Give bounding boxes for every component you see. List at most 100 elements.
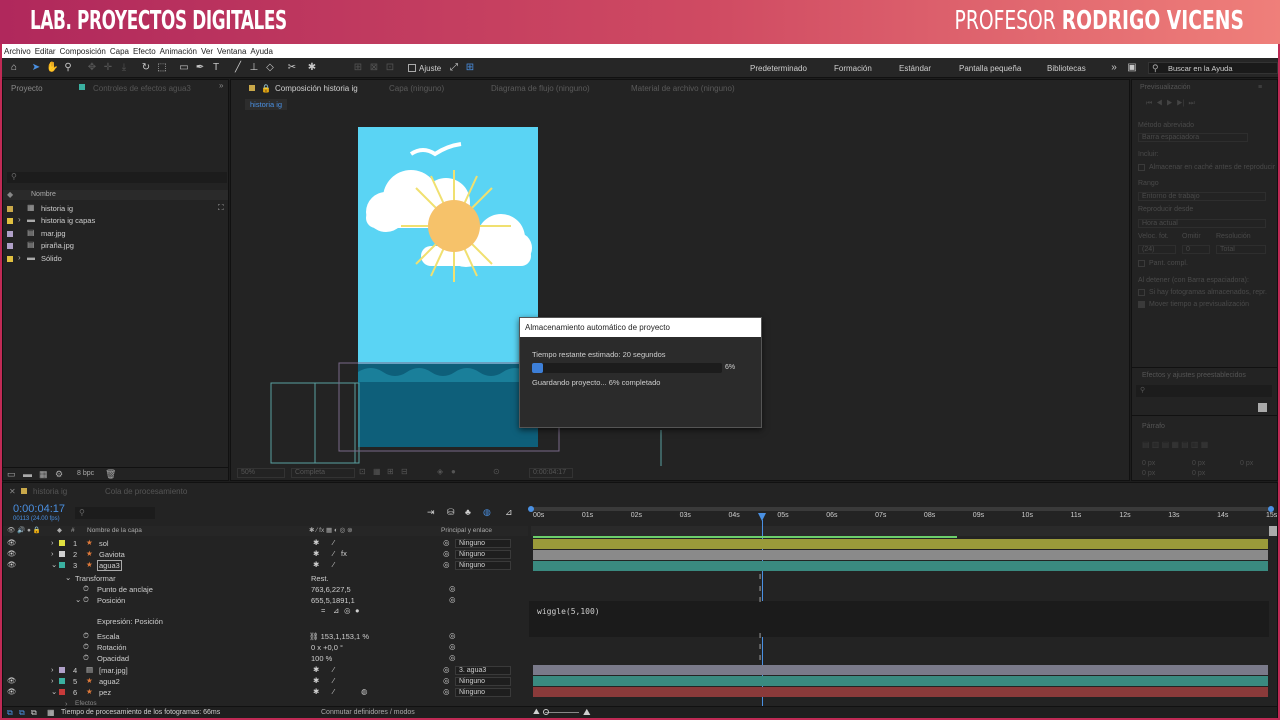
layer-name[interactable]: agua2 [99,677,120,686]
menu-composicion[interactable]: Composición [60,47,106,56]
menu-efecto[interactable]: Efecto [133,47,156,56]
shy-switch-icon[interactable]: ✱ [313,560,319,569]
expand-icon[interactable]: › [18,253,21,262]
pick-whip-icon[interactable]: ◎ [449,653,456,662]
last-frame-icon[interactable]: ⏭ [1188,100,1194,107]
label-tag-icon[interactable]: ◆ [7,190,13,199]
parent-select[interactable]: Ninguno [455,688,511,697]
collapse-layer-icon[interactable]: ⌄ [51,560,57,569]
new-composition-icon[interactable]: ▦ [39,469,48,480]
pick-whip-icon[interactable]: ◎ [443,676,450,685]
parent-select[interactable]: 3. agua3 [455,666,511,675]
keyframe-marker[interactable]: I [759,653,761,662]
layer-row-pez[interactable]: 👁 ⌄ 6 ★ pez ✱ ⁄ ◍ ◎ Ninguno [3,687,528,698]
visibility-icon[interactable]: 👁 [7,687,17,696]
parent-select[interactable]: Ninguno [455,550,511,559]
panel-menu-icon[interactable]: ≡ [1258,84,1262,91]
layer-row-sol[interactable]: 👁 › 1 ★ sol ✱ ⁄ ◎ Ninguno [3,538,528,549]
pick-whip-icon[interactable]: ◎ [449,642,456,651]
workspace-predeterminado[interactable]: Predeterminado [750,64,807,73]
project-item[interactable]: › ▬ historia ig capas [3,215,228,226]
stopwatch-icon[interactable]: ⏱ [83,584,89,594]
timeline-end-marker[interactable] [1269,526,1277,536]
camera-tool-icon[interactable]: ⬚ [156,62,168,74]
anchor-value[interactable]: 763,6,227,5 [311,585,351,594]
current-timecode[interactable]: 0:00:04:17 [13,503,65,515]
new-preset-icon[interactable] [1258,403,1267,412]
visibility-icon[interactable]: 👁 [7,538,17,547]
expression-language-icon[interactable]: ● [355,606,360,615]
project-item[interactable]: ▦ historia ig ⛶ [3,203,228,214]
layer-name[interactable]: Gaviota [99,550,125,559]
layer-row-mar[interactable]: › 4 ▤ [mar.jpg] ✱ ⁄ ◎ 3. agua3 [3,665,528,676]
resolution-select[interactable]: Total [1216,245,1266,254]
project-search-input[interactable]: ⚲ [7,172,227,183]
parent-select[interactable]: Ninguno [455,561,511,570]
parent-select[interactable]: Ninguno [455,539,511,548]
layer-search-input[interactable]: ⚲ [75,507,155,519]
quality-switch-icon[interactable]: ⁄ [333,549,334,558]
indent-left[interactable]: 0 px [1142,460,1155,467]
pick-whip-icon[interactable]: ◎ [443,560,450,569]
eraser-tool-icon[interactable]: ◇ [264,62,276,74]
stopwatch-icon[interactable]: ⏱ [83,653,89,663]
expand-layer-icon[interactable]: › [51,676,54,685]
shy-switch-icon[interactable]: ✱ [313,549,319,558]
comp-mini-flowchart-icon[interactable]: ⇥ [427,507,435,518]
axis-view-icon[interactable]: ⊡ [384,62,396,74]
play-icon[interactable]: ▶ [1166,100,1172,107]
axis-world-icon[interactable]: ⊠ [368,62,380,74]
project-settings-icon[interactable]: ⚙ [55,469,63,480]
comp-breadcrumb[interactable]: historia ig [245,99,288,110]
rectangle-tool-icon[interactable]: ▭ [178,62,190,74]
keyframe-marker[interactable]: I [759,642,761,651]
pick-whip-icon[interactable]: ◎ [443,687,450,696]
interpret-footage-icon[interactable]: ▭ [7,469,16,480]
track-bar-agua2[interactable] [533,676,1268,686]
label-color[interactable] [59,667,65,673]
expression-text[interactable]: wiggle(5,100) [537,607,600,616]
project-item[interactable]: › ▬ Sólido [3,253,228,264]
layer-row-agua2[interactable]: 👁 › 5 ★ agua2 ✱ ⁄ ◎ Ninguno [3,676,528,687]
tab-render-queue[interactable]: Cola de procesamiento [105,487,187,496]
snapshot-icon[interactable]: ◈ [437,467,443,476]
stamp-tool-icon[interactable]: ⊥ [248,62,260,74]
lock-icon[interactable]: 🔒 [261,84,271,93]
camera-icon[interactable]: ⊙ [493,467,500,476]
stopwatch-icon[interactable]: ⏱ [83,631,89,641]
draft-3d-icon[interactable]: ⛁ [447,507,455,518]
color-channel-icon[interactable]: ● [451,467,456,476]
home-icon[interactable]: ⌂ [8,62,20,74]
motion-blur-icon[interactable]: ◍ [483,507,491,518]
menu-capa[interactable]: Capa [110,47,129,56]
label-color[interactable] [59,678,65,684]
quality-switch-icon[interactable]: ⁄ [333,560,334,569]
switches-icons[interactable]: ✱ ⁄ fx ▦ ◐ ◎ ⊚ [309,526,353,534]
axis-local-icon[interactable]: ⊞ [352,62,364,74]
position-value[interactable]: 655,5,1891,1 [311,596,355,605]
prev-frame-icon[interactable]: ◀ [1156,100,1162,107]
menu-ventana[interactable]: Ventana [217,47,246,56]
expand-layer-icon[interactable]: › [51,665,54,674]
rotation-value[interactable]: 0 x +0,0 ° [311,643,343,652]
shy-layers-icon[interactable]: ♣ [465,507,471,517]
collapse-layer-icon[interactable]: ⌄ [51,687,57,696]
position-expand-icon[interactable]: ⌄ [75,595,81,604]
zoom-select[interactable]: 50% [237,468,285,478]
zoom-slider-track[interactable] [545,712,579,713]
orbit-tool-icon[interactable]: ✥ [86,62,98,74]
roto-tool-icon[interactable]: ✂ [286,62,298,74]
alignment-icons[interactable]: ▤ ▥ ▤ ▦ ▤ ▥ ▦ [1142,440,1208,449]
dolly-tool-icon[interactable]: ⤓ [118,62,130,74]
text-tool-icon[interactable]: T [210,62,222,74]
range-select[interactable]: Entorno de trabajo [1138,192,1266,201]
track-bar-agua3[interactable] [533,561,1268,571]
shy-switch-icon[interactable]: ✱ [313,687,319,696]
menu-ver[interactable]: Ver [201,47,213,56]
av-features-icons[interactable]: 👁 🔊 ● 🔒 [7,526,41,534]
render-time-icon[interactable]: ▦ [47,708,55,717]
pick-whip-icon[interactable]: ◎ [443,538,450,547]
fx-switch-icon[interactable]: fx [341,549,347,558]
label-color[interactable] [59,551,65,557]
visibility-icon[interactable]: 👁 [7,560,17,569]
